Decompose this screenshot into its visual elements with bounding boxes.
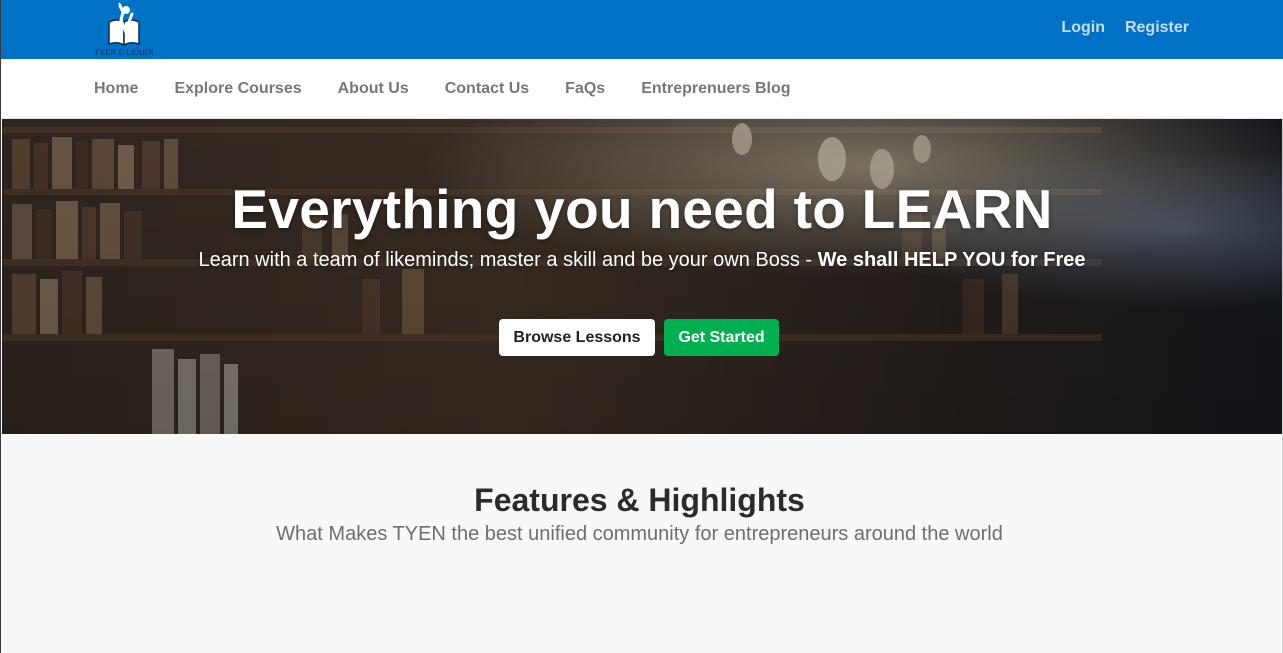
- features-title: Features & Highlights: [474, 482, 805, 518]
- hero-title: Everything you need to LEARN: [231, 178, 1053, 240]
- hero-subtitle: Learn with a team of likeminds; master a…: [2, 249, 1282, 272]
- logo-text: TYEN E-LEARN: [94, 48, 154, 57]
- hero-subtitle-emphasis: We shall HELP YOU for Free: [817, 249, 1086, 271]
- nav-item-contact-us[interactable]: Contact Us: [445, 80, 529, 98]
- hero-section: Everything you need to LEARN Learn with …: [2, 119, 1282, 434]
- features-subtitle: What Makes TYEN the best unified communi…: [276, 523, 1003, 545]
- nav-item-about-us[interactable]: About Us: [338, 80, 409, 98]
- nav-item-explore-courses[interactable]: Explore Courses: [174, 80, 301, 98]
- library-bookshelf-background-image: [2, 119, 1282, 434]
- nav-item-entrepreneurs-blog[interactable]: Entreprenuers Blog: [641, 80, 790, 98]
- login-link[interactable]: Login: [1061, 19, 1105, 37]
- auth-links: Login Register: [1061, 19, 1189, 37]
- browse-lessons-button[interactable]: Browse Lessons: [499, 319, 655, 356]
- hero-subtitle-text: Learn with a team of likeminds; master a…: [198, 249, 818, 271]
- top-header-bar: TYEN E-LEARN Login Register: [1, 0, 1283, 59]
- page-frame: TYEN E-LEARN Login Register Home Explore…: [0, 0, 1283, 653]
- main-navigation: Home Explore Courses About Us Contact Us…: [1, 59, 1283, 119]
- get-started-button[interactable]: Get Started: [664, 319, 779, 356]
- nav-item-home[interactable]: Home: [94, 80, 138, 98]
- book-reader-logo-icon: [108, 2, 140, 47]
- site-logo[interactable]: TYEN E-LEARN: [93, 0, 159, 59]
- hero-buttons: Browse Lessons Get Started: [499, 319, 779, 356]
- nav-item-faqs[interactable]: FaQs: [565, 80, 605, 98]
- register-link[interactable]: Register: [1125, 19, 1189, 37]
